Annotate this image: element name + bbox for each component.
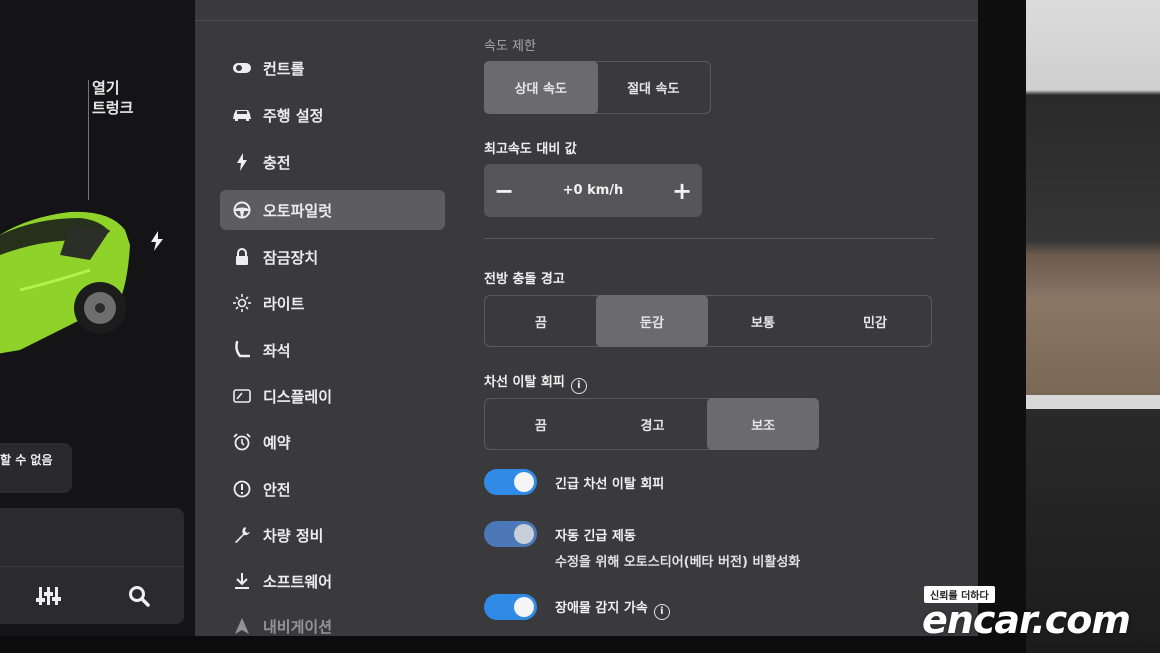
lda-assist-option[interactable]: 보조	[707, 398, 820, 450]
alert-icon	[232, 479, 252, 499]
download-icon	[232, 571, 252, 591]
nav-item-autopilot[interactable]: 오토파일럿	[220, 190, 445, 230]
equalizer-icon[interactable]	[36, 585, 62, 607]
nav-label: 디스플레이	[263, 387, 333, 406]
status-text: 할 수 없음	[0, 453, 53, 467]
nav-label: 오토파일럿	[263, 201, 333, 220]
screen-bezel	[978, 0, 1026, 653]
automatic-emergency-braking-toggle[interactable]	[484, 521, 537, 547]
speed-limit-label: 속도 제한	[484, 39, 536, 54]
nav-label: 주행 설정	[263, 106, 324, 125]
emergency-lane-departure-label: 긴급 차선 이탈 회피	[555, 477, 665, 492]
lock-icon	[232, 247, 252, 267]
info-icon[interactable]: i	[653, 604, 670, 620]
section-divider	[484, 238, 934, 239]
nav-item-safety[interactable]: 안전	[220, 469, 445, 509]
nav-label: 소프트웨어	[263, 572, 333, 591]
info-icon[interactable]: i	[570, 378, 587, 394]
watermark-logo: encar.com	[922, 598, 1131, 642]
alarm-icon	[232, 432, 252, 452]
bottom-bezel	[0, 636, 1026, 653]
nav-item-locks[interactable]: 잠금장치	[220, 237, 445, 277]
toggle-knob	[514, 524, 534, 544]
steering-wheel-icon	[232, 200, 252, 220]
fcw-selector: 끔 둔감 보통 민감	[484, 295, 932, 347]
nav-label: 예약	[263, 433, 291, 452]
search-icon[interactable]	[128, 585, 150, 607]
nav-label: 잠금장치	[263, 248, 319, 267]
seat-icon	[232, 340, 252, 360]
charge-port-bolt-icon[interactable]	[149, 231, 165, 251]
media-divider	[0, 566, 184, 567]
emergency-lane-departure-toggle[interactable]	[484, 469, 537, 495]
car-image	[0, 211, 130, 354]
fcw-early-option[interactable]: 민감	[819, 296, 931, 346]
decrease-button[interactable]: −	[484, 164, 524, 217]
fcw-off-option[interactable]: 끔	[485, 296, 597, 346]
nav-label: 라이트	[263, 294, 305, 313]
nav-item-schedule[interactable]: 예약	[220, 422, 445, 462]
speed-offset-value: +0 km/h	[562, 183, 624, 198]
settings-screen: 컨트롤 주행 설정 충전 오토파일럿 잠금장치 라이트 좌석 디스플레이 예약 …	[195, 0, 978, 636]
nav-label: 컨트롤	[263, 59, 305, 78]
bolt-icon	[232, 152, 252, 172]
nav-item-display[interactable]: 디스플레이	[220, 376, 445, 416]
toggle-icon	[232, 58, 252, 78]
trunk-label-line1: 열기	[92, 79, 120, 97]
display-icon	[232, 386, 252, 406]
speed-offset-stepper: − +0 km/h +	[484, 164, 702, 217]
trunk-label-line2: 트렁크	[92, 99, 134, 117]
lda-label: 차선 이탈 회피 i	[484, 371, 587, 394]
speed-limit-absolute-option[interactable]: 절대 속도	[597, 62, 711, 113]
lda-off-option[interactable]: 끔	[485, 399, 597, 449]
automatic-emergency-braking-label: 자동 긴급 제동	[555, 529, 636, 544]
nav-item-controls[interactable]: 컨트롤	[220, 48, 445, 88]
nav-item-service[interactable]: 차량 정비	[220, 515, 445, 555]
wrench-icon	[232, 525, 252, 545]
nav-label: 안전	[263, 480, 291, 499]
increase-button[interactable]: +	[662, 164, 702, 217]
obstacle-aware-acceleration-text: 장애물 감지 가속	[555, 601, 648, 616]
car-interior-background	[1026, 0, 1160, 653]
speed-limit-relative-option[interactable]: 상대 속도	[484, 61, 598, 114]
lda-label-text: 차선 이탈 회피	[484, 375, 565, 390]
car-icon	[232, 105, 252, 125]
nav-item-driving[interactable]: 주행 설정	[220, 95, 445, 135]
obstacle-aware-acceleration-toggle[interactable]	[484, 594, 537, 620]
automatic-emergency-braking-subtext: 수정을 위해 오토스티어(베타 버전) 비활성화	[555, 555, 801, 570]
toggle-knob	[514, 597, 534, 617]
toggle-knob	[514, 472, 534, 492]
autopilot-settings: 속도 제한 상대 속도 절대 속도 최고속도 대비 값 − +0 km/h + …	[484, 0, 978, 636]
lda-warning-option[interactable]: 경고	[597, 399, 709, 449]
nav-item-seats[interactable]: 좌석	[220, 330, 445, 370]
trunk-callout-line	[88, 80, 89, 200]
fcw-label: 전방 충돌 경고	[484, 272, 565, 287]
speed-offset-label: 최고속도 대비 값	[484, 142, 577, 157]
obstacle-aware-acceleration-label: 장애물 감지 가속 i	[555, 597, 670, 620]
nav-item-navigation[interactable]: 내비게이션	[220, 606, 445, 636]
lda-selector: 끔 경고 보조	[484, 398, 820, 450]
speed-limit-selector: 상대 속도 절대 속도	[484, 61, 711, 114]
settings-nav: 컨트롤 주행 설정 충전 오토파일럿 잠금장치 라이트 좌석 디스플레이 예약 …	[195, 0, 455, 636]
nav-label: 좌석	[263, 341, 291, 360]
interior-trim	[1026, 395, 1160, 409]
nav-label: 내비게이션	[263, 617, 333, 636]
fcw-late-option[interactable]: 둔감	[596, 295, 708, 347]
nav-item-lights[interactable]: 라이트	[220, 283, 445, 323]
sun-icon	[232, 293, 252, 313]
car-status-panel: 열기 트렁크 할 수 없음	[0, 0, 195, 636]
fcw-medium-option[interactable]: 보통	[707, 296, 819, 346]
nav-item-software[interactable]: 소프트웨어	[220, 561, 445, 601]
navigation-icon	[232, 616, 252, 636]
nav-item-charging[interactable]: 충전	[220, 142, 445, 182]
open-trunk-button[interactable]: 열기 트렁크	[92, 78, 133, 118]
nav-label: 차량 정비	[263, 526, 324, 545]
nav-label: 충전	[263, 153, 291, 172]
